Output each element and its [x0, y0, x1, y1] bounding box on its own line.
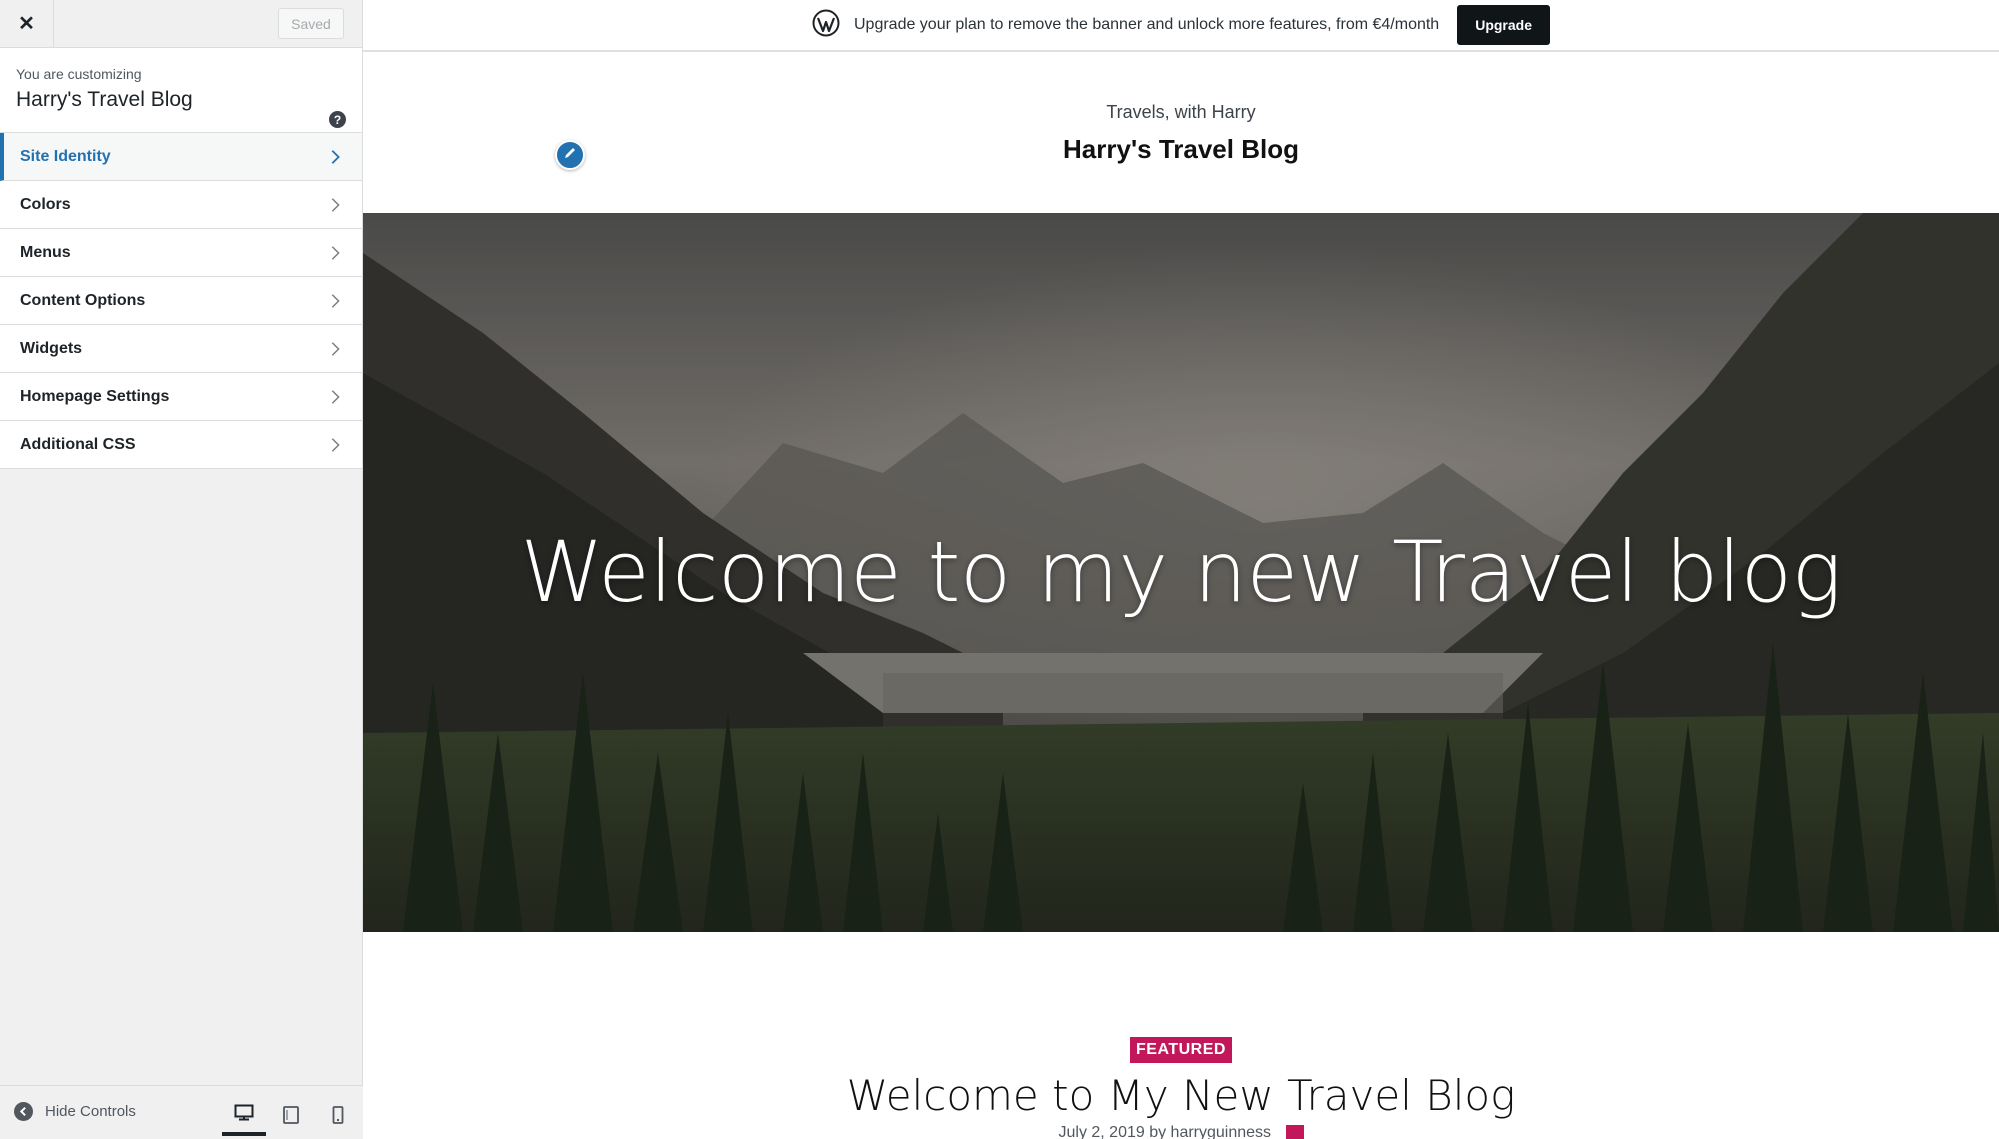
mobile-icon [332, 1105, 344, 1129]
featured-badge: FEATURED [1130, 1037, 1232, 1063]
sidebar-footer: Hide Controls [0, 1085, 363, 1139]
pencil-icon [563, 146, 577, 165]
help-icon[interactable]: ? [329, 111, 346, 128]
tablet-icon [282, 1105, 300, 1129]
section-label: Additional CSS [20, 435, 136, 453]
featured-post: FEATURED Welcome to My New Travel Blog J… [363, 1037, 1999, 1139]
desktop-icon [234, 1104, 254, 1127]
upgrade-button[interactable]: Upgrade [1457, 5, 1550, 45]
wordpress-logo-icon [812, 9, 840, 42]
chevron-right-icon [326, 292, 344, 310]
customizer-sections: Site Identity Colors Menus Content Optio… [0, 133, 362, 469]
section-homepage-settings[interactable]: Homepage Settings [0, 373, 362, 421]
chevron-right-icon [326, 196, 344, 214]
section-label: Menus [20, 243, 71, 261]
section-widgets[interactable]: Widgets [0, 325, 362, 373]
preview-mobile-button[interactable] [316, 1098, 360, 1136]
section-label: Site Identity [20, 147, 111, 165]
section-label: Homepage Settings [20, 387, 170, 405]
saved-button[interactable]: Saved [278, 8, 344, 39]
hide-controls-label: Hide Controls [45, 1103, 136, 1120]
section-menus[interactable]: Menus [0, 229, 362, 277]
sidebar-header: ✕ Saved [0, 0, 362, 48]
customizer-info: You are customizing Harry's Travel Blog … [0, 48, 362, 133]
chevron-right-icon [326, 244, 344, 262]
preview-tablet-button[interactable] [269, 1098, 313, 1136]
hero-title: Welcome to my new Travel blog [520, 523, 1842, 621]
close-icon: ✕ [18, 13, 35, 35]
site-tagline[interactable]: Travels, with Harry [363, 102, 1999, 123]
chevron-right-icon [326, 340, 344, 358]
banner-text: Upgrade your plan to remove the banner a… [853, 16, 1440, 33]
section-label: Widgets [20, 339, 83, 357]
hide-controls-button[interactable]: Hide Controls [14, 1102, 136, 1121]
section-label: Colors [20, 195, 71, 213]
chevron-right-icon [326, 388, 344, 406]
section-additional-css[interactable]: Additional CSS [0, 421, 362, 469]
edit-shortcut-button[interactable] [555, 140, 585, 170]
post-title[interactable]: Welcome to My New Travel Blog [363, 1071, 1999, 1120]
hero-header-image: Welcome to my new Travel blog [363, 213, 1999, 932]
upgrade-banner: Upgrade your plan to remove the banner a… [363, 0, 1999, 52]
preview-desktop-button[interactable] [222, 1098, 266, 1136]
sticky-post-icon [1285, 1124, 1304, 1139]
section-colors[interactable]: Colors [0, 181, 362, 229]
chevron-right-icon [326, 436, 344, 454]
post-meta: July 2, 2019 by harryguinness [363, 1124, 1999, 1139]
sidebar-site-title: Harry's Travel Blog [16, 88, 193, 111]
customizing-label: You are customizing [16, 66, 142, 82]
chevron-right-icon [326, 148, 344, 166]
section-site-identity[interactable]: Site Identity [0, 133, 362, 181]
site-preview: Upgrade your plan to remove the banner a… [363, 0, 1999, 1139]
post-meta-text: July 2, 2019 by harryguinness [1058, 1124, 1272, 1139]
section-content-options[interactable]: Content Options [0, 277, 362, 325]
section-label: Content Options [20, 291, 146, 309]
collapse-arrow-icon [14, 1102, 33, 1121]
customizer-sidebar: ✕ Saved You are customizing Harry's Trav… [0, 0, 363, 1139]
site-header: Travels, with Harry Harry's Travel Blog [363, 52, 1999, 212]
close-button[interactable]: ✕ [0, 0, 54, 47]
site-title[interactable]: Harry's Travel Blog [363, 134, 1999, 165]
